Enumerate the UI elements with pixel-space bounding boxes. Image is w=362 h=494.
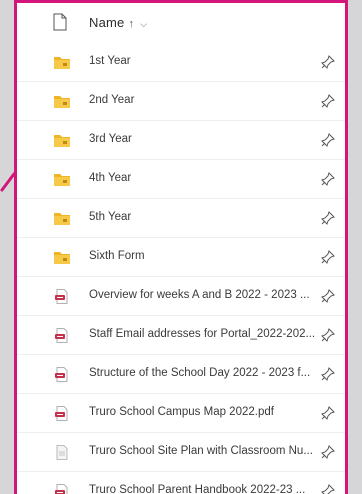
- file-list-panel: Name ↑ ⌵ 1st Year 2nd Year 3rd Year 4th Year 5…: [14, 0, 348, 494]
- pin-icon[interactable]: [321, 55, 335, 69]
- file-name[interactable]: Structure of the School Day 2022 - 2023 …: [89, 367, 329, 379]
- folder-icon: [54, 174, 70, 186]
- folder-icon: [54, 252, 70, 264]
- pdf-file-icon: [55, 328, 68, 343]
- pin-icon[interactable]: [321, 94, 335, 108]
- file-row[interactable]: 2nd Year: [17, 82, 345, 121]
- file-row[interactable]: Truro School Campus Map 2022.pdf: [17, 394, 345, 433]
- pin-icon[interactable]: [321, 484, 335, 494]
- file-row[interactable]: Truro School Site Plan with Classroom Nu…: [17, 433, 345, 472]
- file-row[interactable]: 3rd Year: [17, 121, 345, 160]
- pin-icon[interactable]: [321, 133, 335, 147]
- pin-icon[interactable]: [321, 172, 335, 186]
- file-row[interactable]: 1st Year: [17, 43, 345, 82]
- file-row[interactable]: Truro School Parent Handbook 2022-23 ...: [17, 472, 345, 494]
- file-row[interactable]: Structure of the School Day 2022 - 2023 …: [17, 355, 345, 394]
- pin-icon[interactable]: [321, 445, 335, 459]
- folder-icon: [54, 57, 70, 69]
- file-name[interactable]: Truro School Parent Handbook 2022-23 ...: [89, 484, 329, 494]
- pin-icon[interactable]: [321, 406, 335, 420]
- file-name[interactable]: Truro School Campus Map 2022.pdf: [89, 406, 329, 418]
- pin-icon[interactable]: [321, 328, 335, 342]
- file-row[interactable]: 4th Year: [17, 160, 345, 199]
- file-row[interactable]: Staff Email addresses for Portal_2022-20…: [17, 316, 345, 355]
- file-name[interactable]: 3rd Year: [89, 133, 329, 145]
- file-name[interactable]: 1st Year: [89, 55, 329, 67]
- pin-icon[interactable]: [321, 289, 335, 303]
- file-name[interactable]: Overview for weeks A and B 2022 - 2023 .…: [89, 289, 329, 301]
- name-column-label: Name: [89, 15, 125, 30]
- list-header: Name ↑ ⌵: [17, 3, 345, 43]
- file-name[interactable]: Sixth Form: [89, 250, 329, 262]
- name-sort-button[interactable]: Name ↑ ⌵: [89, 15, 147, 30]
- folder-icon: [54, 96, 70, 108]
- file-row[interactable]: 5th Year: [17, 199, 345, 238]
- file-row[interactable]: Sixth Form: [17, 238, 345, 277]
- pin-icon[interactable]: [321, 250, 335, 264]
- file-name[interactable]: Staff Email addresses for Portal_2022-20…: [89, 328, 329, 340]
- file-name[interactable]: 5th Year: [89, 211, 329, 223]
- document-icon: [53, 13, 67, 31]
- chevron-down-icon: ⌵: [140, 19, 148, 29]
- folder-icon: [54, 135, 70, 147]
- pdf-file-icon: [55, 367, 68, 382]
- pdf-file-icon: [55, 289, 68, 304]
- file-name[interactable]: 4th Year: [89, 172, 329, 184]
- pdf-file-icon: [55, 406, 68, 421]
- pin-icon[interactable]: [321, 367, 335, 381]
- file-name[interactable]: Truro School Site Plan with Classroom Nu…: [89, 445, 329, 457]
- file-row[interactable]: Overview for weeks A and B 2022 - 2023 .…: [17, 277, 345, 316]
- sort-ascending-icon: ↑: [128, 18, 135, 30]
- pdf-file-icon: [55, 484, 68, 494]
- image-file-icon: [56, 445, 68, 460]
- folder-icon: [54, 213, 70, 225]
- pin-icon[interactable]: [321, 211, 335, 225]
- file-name[interactable]: 2nd Year: [89, 94, 329, 106]
